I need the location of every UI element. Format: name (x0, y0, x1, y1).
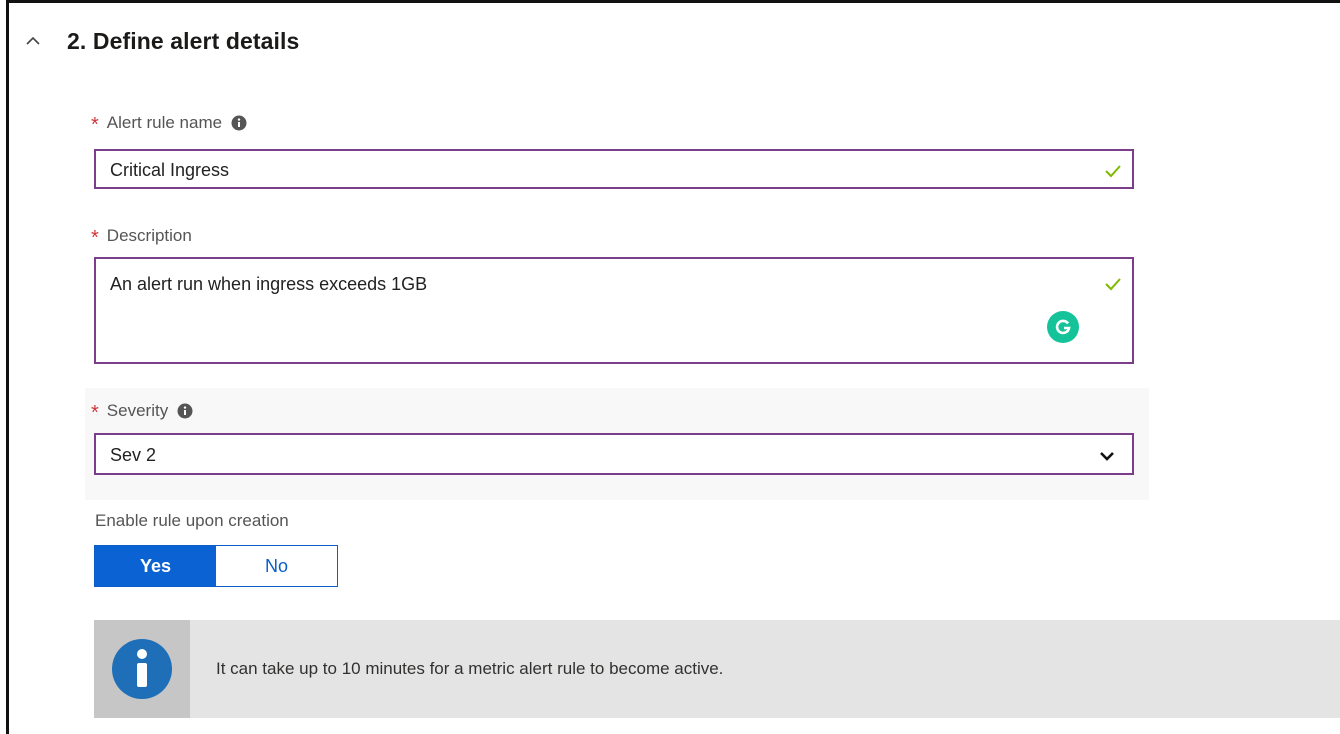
alert-rule-name-label-text: Alert rule name (106, 113, 223, 132)
grammarly-icon[interactable] (1047, 311, 1079, 343)
required-marker: * (91, 227, 99, 249)
severity-label: * Severity (91, 399, 193, 423)
required-marker: * (91, 402, 99, 424)
alert-rule-name-input[interactable]: Critical Ingress (94, 149, 1134, 189)
enable-rule-label: Enable rule upon creation (95, 511, 289, 530)
enable-rule-toggle[interactable]: Yes No (94, 545, 338, 587)
severity-selected-value: Sev 2 (110, 445, 157, 465)
section-header[interactable]: 2. Define alert details (21, 21, 299, 61)
description-label-text: Description (106, 226, 192, 245)
chevron-up-icon[interactable] (21, 23, 55, 59)
valid-check-icon (1105, 278, 1121, 291)
banner-icon-container (94, 620, 190, 718)
description-value: An alert run when ingress exceeds 1GB (110, 274, 428, 294)
description-textarea[interactable]: An alert run when ingress exceeds 1GB (94, 257, 1134, 364)
info-icon[interactable] (177, 403, 193, 419)
severity-label-text: Severity (106, 401, 169, 420)
description-label: * Description (91, 224, 192, 248)
alert-rule-name-label: * Alert rule name (91, 111, 247, 135)
info-circle-icon (112, 639, 172, 699)
section-title: 2. Define alert details (67, 27, 300, 54)
severity-dropdown[interactable]: Sev 2 (94, 433, 1134, 475)
enable-rule-no-option[interactable]: No (216, 546, 337, 586)
alert-details-panel: 2. Define alert details * Alert rule nam… (6, 0, 1340, 734)
enable-rule-yes-option[interactable]: Yes (95, 546, 216, 586)
required-marker: * (91, 114, 99, 136)
alert-rule-name-value: Critical Ingress (110, 160, 230, 180)
valid-check-icon (1105, 165, 1121, 178)
info-banner: It can take up to 10 minutes for a metri… (94, 620, 1340, 718)
chevron-down-icon[interactable] (1098, 449, 1116, 463)
info-banner-text: It can take up to 10 minutes for a metri… (216, 659, 724, 678)
info-icon[interactable] (231, 115, 247, 131)
